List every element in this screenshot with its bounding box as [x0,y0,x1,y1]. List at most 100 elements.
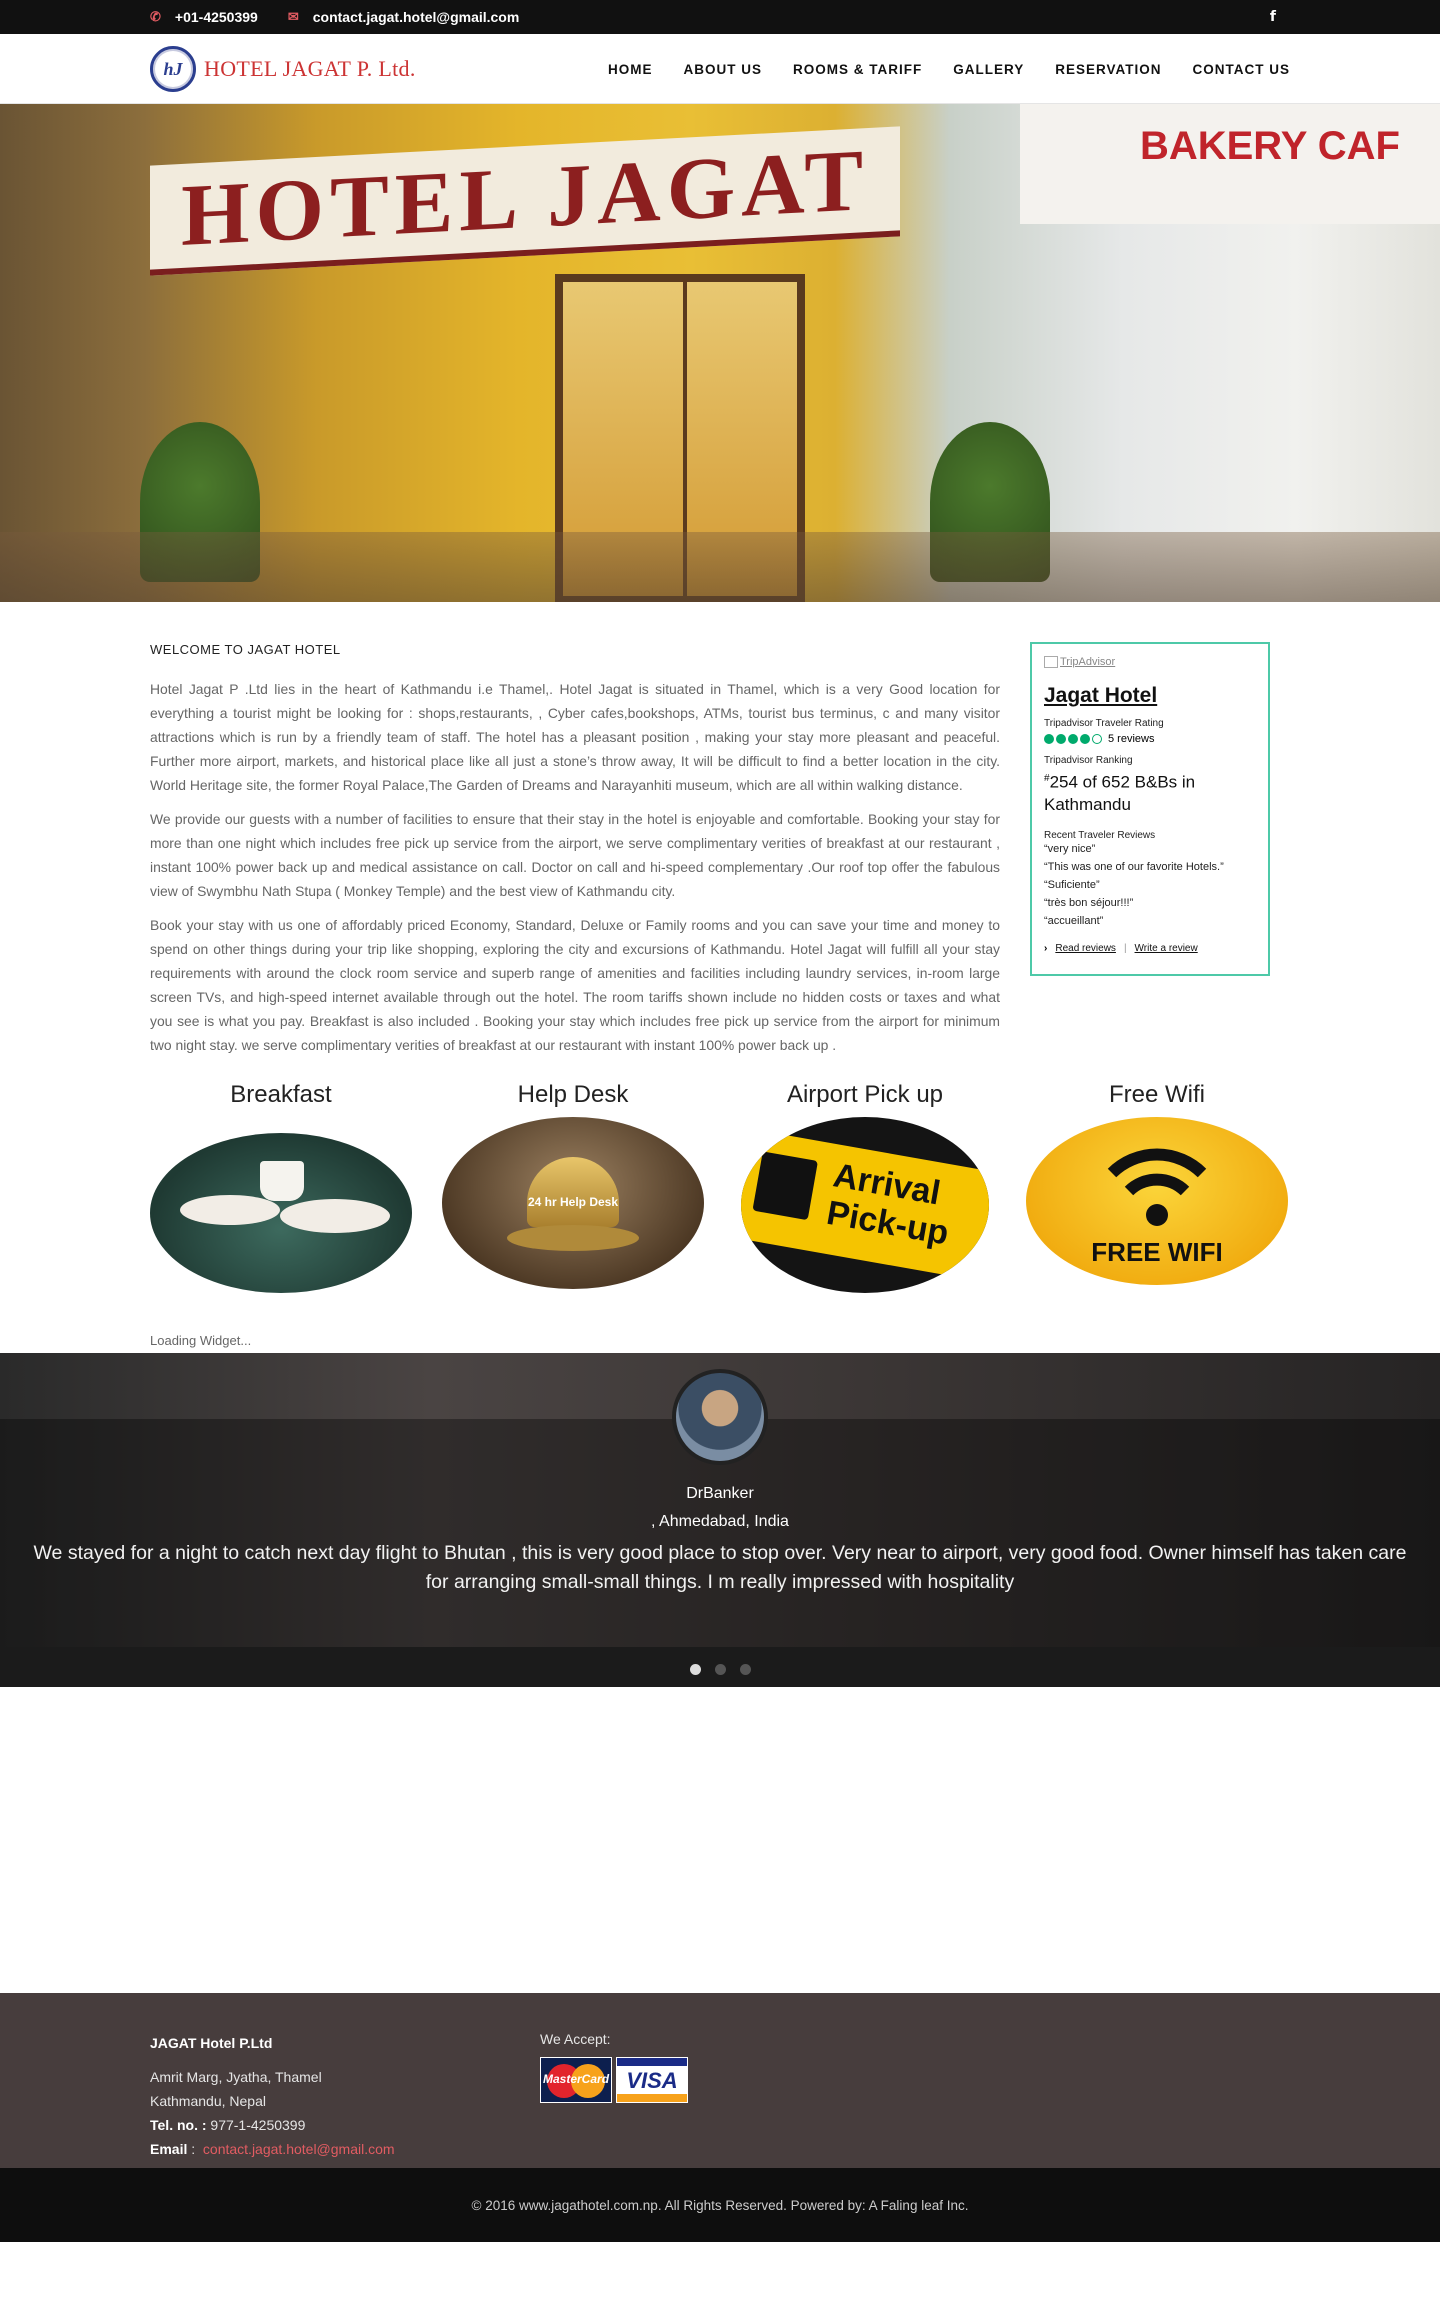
footer-email: Email : contact.jagat.hotel@gmail.com [150,2137,540,2161]
footer-contact: JAGAT Hotel P.Ltd Amrit Marg, Jyatha, Th… [150,2031,540,2161]
footer-address-line1: Amrit Marg, Jyatha, Thamel [150,2069,322,2085]
rating-bubble-icon [1056,734,1066,744]
tripadvisor-rating: 5 reviews [1044,733,1256,745]
site-header: hJ HOTEL JAGAT P. Ltd. HOME ABOUT US ROO… [0,34,1440,104]
hero-image: BAKERY CAF HOTEL JAGAT [0,104,1440,602]
topbar-phone-text: +01-4250399 [174,9,258,25]
feature-help-desk: Help Desk 24 hr Help Desk [442,1081,704,1293]
tripadvisor-reviews-count: 5 reviews [1108,733,1155,745]
tripadvisor-review[interactable]: “Suficiente” [1044,879,1256,891]
blank-spacer [0,1687,1440,1993]
topbar-email-text: contact.jagat.hotel@gmail.com [312,9,520,25]
footer-email-label: Email [150,2141,188,2157]
phone-icon: ✆ [150,9,161,24]
hero-cafe-text: BAKERY CAF [1139,124,1400,168]
logo-text: HOTEL JAGAT P. Ltd. [204,56,416,81]
tripadvisor-ranking: #254 of 652 B&Bs in Kathmandu [1044,768,1256,816]
topbar-email[interactable]: ✉ contact.jagat.hotel@gmail.com [288,9,519,25]
tripadvisor-review[interactable]: “très bon séjour!!!” [1044,897,1256,909]
plate-icon [180,1195,280,1225]
slider-dot[interactable] [714,1664,726,1675]
feature-title: Airport Pick up [786,1081,944,1108]
hero-floor [0,532,1440,602]
rooms-paragraph: Book your stay with us one of affordably… [150,917,1000,1053]
arrival-sign: Arrival Pick-up [741,1129,989,1283]
visa-text: VISA [626,2068,678,2093]
tripadvisor-links: › Read reviews | Write a review [1044,943,1256,954]
slider-dot[interactable] [689,1664,701,1675]
wifi-icon [1107,1148,1207,1226]
nav-contact-us[interactable]: CONTACT US [1193,62,1291,77]
nav-reservation[interactable]: RESERVATION [1055,62,1161,77]
features-section: Breakfast Help Desk 24 hr Help Desk Airp… [150,1081,1290,1293]
main-section: WELCOME TO JAGAT HOTEL Hotel Jagat P .Lt… [150,602,1290,1067]
we-accept-label: We Accept: [540,2031,611,2047]
reviewer-location: , Ahmedabad, India [651,1513,789,1530]
footer-payments: We Accept: MasterCard VISA [540,2031,688,2161]
footer-tel-value: 977-1-4250399 [210,2117,306,2133]
bell-icon [527,1157,619,1227]
footer-email-link[interactable]: contact.jagat.hotel@gmail.com [203,2141,395,2157]
nav-rooms-tariff[interactable]: ROOMS & TARIFF [793,62,922,77]
help-desk-image-text: 24 hr Help Desk [527,1195,619,1209]
footer-email-sep: : [191,2141,196,2157]
copyright-bar: © 2016 www.jagathotel.com.np. All Rights… [0,2168,1440,2242]
tripadvisor-recent-label: Recent Traveler Reviews [1044,829,1156,841]
feature-title: Help Desk [517,1081,629,1108]
reviewer-name: DrBanker [686,1485,754,1502]
tripadvisor-rating-label: Tripadvisor Traveler Rating [1044,718,1164,729]
arrival-sign-text: Arrival Pick-up [823,1156,952,1253]
facilities-paragraph: We provide our guests with a number of f… [150,811,1000,899]
feature-free-wifi: Free Wifi FREE WIFI [1026,1081,1288,1293]
cup-icon [260,1161,304,1201]
mastercard-icon: MasterCard [540,2057,612,2103]
envelope-icon: ✉ [287,9,299,24]
airport-pickup-image: Arrival Pick-up [741,1117,989,1293]
loading-widget-text: Loading Widget... [150,1333,252,1348]
topbar-phone[interactable]: ✆ +01-4250399 [150,9,258,25]
slider-pagination [0,1664,1440,1675]
footer-address-line2: Kathmandu, Nepal [150,2093,266,2109]
feature-breakfast: Breakfast [150,1081,412,1293]
feature-title: Breakfast [230,1081,332,1108]
tripadvisor-hotel-name[interactable]: Jagat Hotel [1044,684,1256,708]
testimonial-quote: We stayed for a night to catch next day … [33,1542,1407,1593]
tripadvisor-review[interactable]: “very nice” [1044,843,1256,855]
hero-hotel-sign: HOTEL JAGAT [150,126,900,276]
footer-tel: Tel. no. : 977-1-4250399 [150,2113,540,2137]
nav-about-us[interactable]: ABOUT US [683,62,762,77]
footer-company-name: JAGAT Hotel P.Ltd [150,2035,273,2051]
facebook-icon[interactable]: f [1270,9,1276,25]
nav-gallery[interactable]: GALLERY [953,62,1024,77]
rating-bubble-empty-icon [1092,734,1102,744]
site-logo[interactable]: hJ HOTEL JAGAT P. Ltd. [150,46,416,92]
mastercard-text: MasterCard [543,2072,610,2086]
pickup-person-icon [752,1151,818,1221]
welcome-paragraph: Hotel Jagat P .Ltd lies in the heart of … [150,681,1000,793]
bell-base [507,1225,639,1251]
tripadvisor-ranking-label: Tripadvisor Ranking [1044,755,1133,766]
top-bar: ✆ +01-4250399 ✉ contact.jagat.hotel@gmai… [0,0,1440,34]
nav-home[interactable]: HOME [608,62,653,77]
rating-bubble-icon [1044,734,1054,744]
hero-cafe-sign: BAKERY CAF [1020,104,1440,224]
main-nav: HOME ABOUT US ROOMS & TARIFF GALLERY RES… [577,62,1290,77]
write-review-link[interactable]: Write a review [1135,943,1198,954]
site-footer: JAGAT Hotel P.Ltd Amrit Marg, Jyatha, Th… [0,1993,1440,2168]
read-reviews-link[interactable]: Read reviews [1055,943,1116,954]
footer-tel-label: Tel. no. : [150,2117,207,2133]
logo-mark-text: hJ [163,58,183,79]
tripadvisor-widget: TripAdvisor Jagat Hotel Tripadvisor Trav… [1030,642,1270,976]
feature-title: Free Wifi [1109,1081,1205,1108]
plate-icon [280,1199,390,1233]
tripadvisor-logo[interactable]: TripAdvisor [1044,656,1256,668]
tripadvisor-review[interactable]: “This was one of our favorite Hotels.” [1044,861,1256,873]
rating-bubble-icon [1080,734,1090,744]
hero-sign-text: HOTEL JAGAT [181,131,869,265]
payment-cards: MasterCard VISA [540,2057,688,2103]
logo-mark-icon: hJ [150,46,196,92]
testimonial-slider: DrBanker , Ahmedabad, India We stayed fo… [0,1353,1440,1687]
tripadvisor-review[interactable]: “accueillant” [1044,915,1256,927]
rating-bubble-icon [1068,734,1078,744]
slider-dot[interactable] [739,1664,751,1675]
